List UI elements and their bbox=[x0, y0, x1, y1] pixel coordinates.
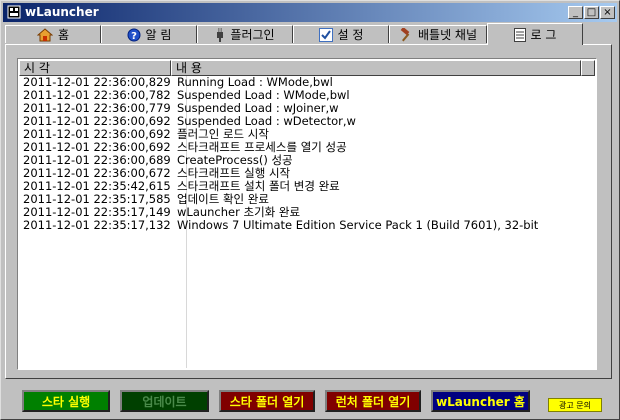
log-rows: 2011-12-01 22:36:00,829 Running Load : WM… bbox=[19, 76, 595, 232]
tab-home[interactable]: 홈 bbox=[5, 25, 101, 43]
tab-battlenet-label: 배틀넷 채널 bbox=[417, 28, 477, 42]
tab-settings-label: 설 정 bbox=[337, 28, 364, 42]
hammer-icon bbox=[399, 27, 413, 42]
tab-strip: 홈 ? 알 림 플러그인 설 정 배틀넷 채널 로 그 bbox=[3, 23, 617, 45]
minimize-icon: _ bbox=[573, 6, 578, 18]
tab-settings[interactable]: 설 정 bbox=[293, 25, 389, 43]
log-message: Windows 7 Ultimate Edition Service Pack … bbox=[177, 218, 539, 232]
update-button[interactable]: 업데이트 bbox=[120, 390, 209, 412]
tab-plugin[interactable]: 플러그인 bbox=[197, 25, 293, 43]
log-list-header: 시 각 내 용 bbox=[19, 60, 595, 76]
log-time: 2011-12-01 22:35:17,132 bbox=[23, 218, 171, 232]
tab-notice[interactable]: ? 알 림 bbox=[101, 25, 197, 43]
svg-text:?: ? bbox=[131, 31, 137, 42]
open-star-folder-button[interactable]: 스타 폴더 열기 bbox=[219, 390, 315, 412]
home-icon bbox=[36, 27, 53, 42]
app-icon bbox=[7, 5, 21, 19]
column-header-message[interactable]: 내 용 bbox=[171, 60, 581, 76]
minimize-button[interactable]: _ bbox=[568, 6, 583, 19]
start-starcraft-button[interactable]: 스타 실행 bbox=[22, 390, 110, 412]
tab-log[interactable]: 로 그 bbox=[487, 23, 583, 45]
column-header-time[interactable]: 시 각 bbox=[19, 60, 171, 76]
title-bar[interactable]: wLauncher _ □ × bbox=[3, 3, 617, 22]
launcher-window: wLauncher _ □ × 홈 ? 알 림 플러그인 설 정 배틀넷 채널 … bbox=[0, 0, 620, 420]
close-button[interactable]: × bbox=[600, 6, 615, 19]
tab-notice-label: 알 림 bbox=[145, 28, 172, 42]
tab-plugin-label: 플러그인 bbox=[230, 28, 275, 42]
ad-inquiry-button[interactable]: 광고 문의 bbox=[548, 398, 602, 412]
tab-home-label: 홈 bbox=[57, 28, 70, 42]
window-title: wLauncher bbox=[25, 5, 99, 19]
log-list[interactable]: 시 각 내 용 2011-12-01 22:36:00,829 Running L… bbox=[17, 58, 597, 370]
plug-icon bbox=[215, 27, 225, 42]
help-icon: ? bbox=[127, 28, 141, 42]
document-icon bbox=[513, 27, 526, 42]
maximize-icon: □ bbox=[586, 6, 597, 18]
open-launcher-folder-button[interactable]: 런처 폴더 열기 bbox=[325, 390, 421, 412]
tab-battlenet[interactable]: 배틀넷 채널 bbox=[389, 25, 487, 43]
tab-log-label: 로 그 bbox=[530, 28, 557, 42]
maximize-button[interactable]: □ bbox=[584, 6, 599, 19]
close-icon: × bbox=[603, 6, 612, 18]
log-row[interactable]: 2011-12-01 22:35:17,132 Windows 7 Ultimat… bbox=[19, 219, 595, 232]
column-header-filler bbox=[581, 60, 595, 76]
wlauncher-home-button[interactable]: wLauncher 홈 bbox=[431, 390, 530, 412]
checkbox-icon bbox=[318, 27, 333, 42]
